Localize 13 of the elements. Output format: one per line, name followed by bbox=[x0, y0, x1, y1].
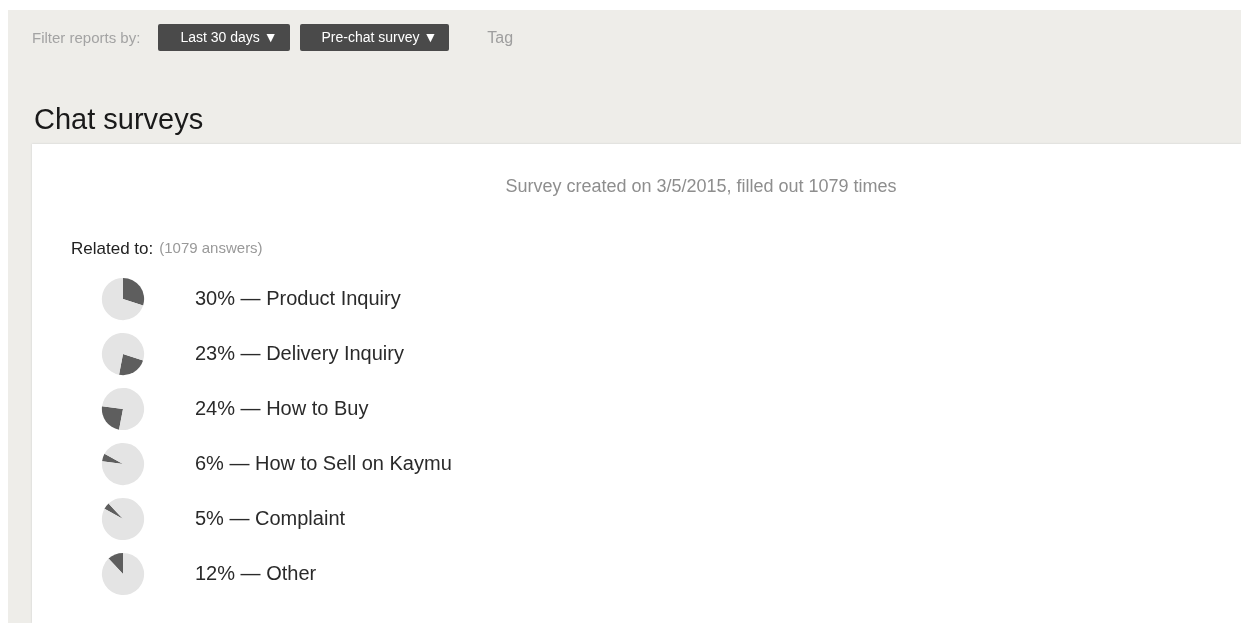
filter-dropdown[interactable]: Pre-chat survey ▼ bbox=[299, 24, 450, 51]
filter-label: Filter reports by: bbox=[32, 29, 141, 46]
answer-label: 12% — Other bbox=[195, 562, 317, 585]
filter-dropdown[interactable]: Last 30 days ▼ bbox=[158, 24, 290, 51]
page-title: Chat surveys bbox=[34, 103, 205, 136]
answer-count: (1079 answers) bbox=[159, 239, 263, 258]
answer-label: 24% — How to Buy bbox=[195, 397, 369, 420]
answer-label: 23% — Delivery Inquiry bbox=[195, 342, 404, 365]
answer-label: 30% — Product Inquiry bbox=[195, 287, 401, 310]
question-label: Related to: bbox=[71, 239, 154, 259]
survey-summary: Survey created on 3/5/2015, filled out 1079 times bbox=[504, 176, 898, 197]
answer-label: 5% — Complaint bbox=[195, 507, 346, 530]
answer-label: 6% — How to Sell on Kaymu bbox=[195, 452, 452, 475]
